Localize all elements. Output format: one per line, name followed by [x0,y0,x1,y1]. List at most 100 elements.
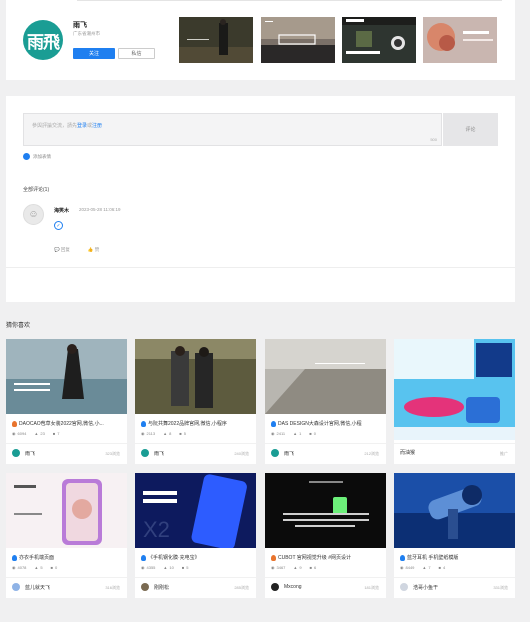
view-count: 323浏览 [105,451,120,456]
divider [394,577,515,578]
comment-avatar[interactable]: ☺ [23,204,44,225]
work-thumbnail[interactable] [342,17,416,63]
fire-icon [400,554,405,561]
like-icon: ▲ 5 [34,565,43,570]
submit-comment-button[interactable]: 评论 [443,113,498,146]
comment-input[interactable]: 參與評論交流，請先登录或注册 500 [23,113,442,146]
eye-icon: ◉ 3467 [271,565,286,570]
like-icon: ▲ 1 [293,431,302,436]
profile-card: 雨飛 雨飞 广东省潮州市 关注 私信 [6,0,515,80]
comment-icon: ■ 6 [309,565,317,570]
reply-button[interactable]: 💬 回复 [54,247,70,253]
like-icon: ▲ 9 [293,565,302,570]
recommend-title: 猜你喜欢 [6,323,31,329]
card-image [6,473,127,548]
recommend-card[interactable]: DAOCAO苞草女装2022官网,微信,小... ◉ 6094 ▲ 23 ■ 7 雨… [6,339,127,464]
eye-icon: ◉ 4078 [12,565,27,570]
recommend-card[interactable]: 亦衣手机端页面 ◉ 4078 ▲ 5 ■ 0 蓝儿就天飞 316浏览 [6,473,127,598]
comment-icon: ■ 0 [309,431,316,436]
view-count: 331浏览 [493,585,508,590]
recommend-card[interactable]: 与阮共舞2022品牌官网,微信,小程序 ◉ 2113 ▲ 8 ■ 5 雨飞 240浏… [135,339,256,464]
divider [6,577,127,578]
view-count: 212浏览 [364,451,379,456]
card-stats: ◉ 2113 ▲ 8 ■ 5 [141,431,186,436]
comment-icon: ■ 7 [52,431,60,436]
card-author[interactable]: 雨飞 [12,449,35,457]
card-author[interactable]: 雨飞 [271,449,294,457]
card-stats: ◉ 6094 ▲ 23 ■ 7 [12,431,59,436]
fire-icon [12,420,17,427]
card-stats: ◉ 4355 ▲ 10 ■ 5 [141,565,188,570]
divider [6,267,515,268]
char-count: 500 [430,137,437,142]
like-icon: ▲ 8 [163,431,172,436]
fire-icon [271,420,276,427]
divider [394,443,515,444]
recommend-card[interactable]: DAS DESIGN大森设计官网,微信,小程 ◉ 2411 ▲ 1 ■ 0 雨飞 2… [265,339,386,464]
comment-section: 參與評論交流，請先登录或注册 500 评论 添加表情 全部评论(1) ☺ 海笑木… [6,96,515,302]
card-author[interactable]: 蓝儿就天飞 [12,583,50,591]
card-author[interactable]: 刚刚松 [141,583,169,591]
card-stats: ◉ 4078 ▲ 5 ■ 0 [12,565,57,570]
view-count: 240浏览 [234,451,249,456]
fire-icon [271,554,276,561]
avatar[interactable]: 雨飛 [23,20,63,60]
recommend-card[interactable]: 蓝牙耳机 手机壁纸模版 ◉ 8449 ▲ 7 ■ 4 浩哥小鱼干 331浏览 [394,473,515,598]
author-avatar [141,449,149,457]
card-author[interactable]: 而油猴 [400,449,415,456]
card-author[interactable]: 浩哥小鱼干 [400,583,438,591]
card-image: X2 [135,473,256,548]
comment-actions: 💬 回复 👍 赞 [54,247,99,253]
ad-label: 推广 [500,451,508,456]
work-thumbnail[interactable] [179,17,253,63]
card-stats: ◉ 2411 ▲ 1 ■ 0 [271,431,316,436]
card-title: 与阮共舞2022品牌官网,微信,小程序 [141,420,252,427]
all-comments-heading: 全部评论(1) [23,187,50,193]
divider [135,577,256,578]
card-title: 《手机钢化膜·充电宝》 [141,554,252,561]
comment-icon: ■ 0 [50,565,58,570]
divider [265,443,386,444]
svg-text:X2: X2 [143,517,170,542]
recommend-card[interactable]: X2 《手机钢化膜·充电宝》 ◉ 4355 ▲ 10 ■ 5 刚刚松 285浏览 [135,473,256,598]
view-count: 285浏览 [234,585,249,590]
emoji-icon [23,153,30,160]
card-author[interactable]: 雨飞 [141,449,164,457]
profile-name[interactable]: 雨飞 [73,20,87,30]
divider [265,577,386,578]
message-button[interactable]: 私信 [118,48,155,59]
register-link[interactable]: 注册 [92,123,102,129]
card-image [6,339,127,414]
like-button[interactable]: 👍 赞 [88,247,99,253]
ad-card[interactable]: 而油猴 推广 [394,339,515,464]
card-title: DAOCAO苞草女装2022官网,微信,小... [12,420,123,427]
like-icon: ▲ 7 [422,565,431,570]
like-icon: ▲ 10 [163,565,174,570]
profile-location: 广东省潮州市 [73,31,100,36]
card-image [265,339,386,414]
card-author[interactable]: Mxcong [271,583,302,591]
card-title: 蓝牙耳机 手机壁纸模版 [400,554,511,561]
follow-button[interactable]: 关注 [73,48,115,59]
recommend-card[interactable]: CUBOT 官网视觉升级 #网页设计 ◉ 3467 ▲ 9 ■ 6 Mxcong 1… [265,473,386,598]
eye-icon: ◉ 2411 [271,431,286,436]
work-thumbnail[interactable] [423,17,497,63]
eye-icon: ◉ 6094 [12,431,27,436]
work-thumbnail[interactable] [261,17,335,63]
comment-icon: ■ 4 [438,565,446,570]
ad-banner [394,339,515,440]
card-image [394,473,515,548]
author-avatar [12,583,20,591]
eye-icon: ◉ 4355 [141,565,156,570]
emoji-button[interactable]: 添加表情 [23,153,51,160]
login-link[interactable]: 登录 [77,123,87,129]
comment-username[interactable]: 海笑木 [54,207,69,214]
comment-icon: ■ 5 [181,565,189,570]
card-title: DAS DESIGN大森设计官网,微信,小程 [271,420,382,427]
comment-icon: ■ 5 [179,431,186,436]
vip-badge-icon: ✓ [54,221,63,230]
author-avatar [12,449,20,457]
author-avatar [400,583,408,591]
card-title: CUBOT 官网视觉升级 #网页设计 [271,554,382,561]
author-avatar [141,583,149,591]
